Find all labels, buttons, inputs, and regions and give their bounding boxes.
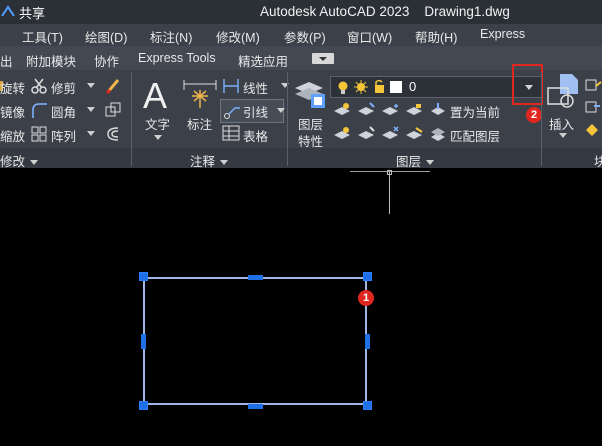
array-button[interactable]: 阵列 bbox=[51, 126, 76, 145]
rotate-button[interactable]: 旋转 bbox=[0, 78, 25, 97]
ribbon-minimize-dropdown[interactable] bbox=[312, 53, 334, 64]
leader-label: 引线 bbox=[243, 106, 269, 120]
text-icon: A bbox=[143, 76, 167, 112]
copy-icon[interactable] bbox=[104, 101, 122, 119]
menu-modify[interactable]: 修改(M) bbox=[216, 27, 260, 46]
midpoint-grip-left[interactable] bbox=[141, 334, 146, 349]
midpoint-grip-right[interactable] bbox=[365, 334, 370, 349]
layer-dropdown[interactable]: 0 bbox=[330, 76, 542, 98]
midpoint-grip-top[interactable] bbox=[248, 275, 263, 280]
layers-panel-expand-icon[interactable] bbox=[426, 160, 435, 166]
layer-properties-icon bbox=[295, 82, 325, 108]
midpoint-grip-bottom[interactable] bbox=[248, 404, 263, 409]
layer-state-icons bbox=[338, 79, 402, 94]
fillet-icon bbox=[32, 103, 47, 118]
share-icon[interactable] bbox=[0, 2, 16, 20]
corner-grip-bottom-right[interactable] bbox=[363, 401, 372, 410]
callout-badge-1: 1 bbox=[358, 290, 374, 306]
trim-icon bbox=[31, 78, 47, 94]
dimension-button[interactable]: 标注 bbox=[187, 114, 212, 133]
fillet-button[interactable]: 圆角 bbox=[51, 102, 76, 121]
tab-addins[interactable]: 附加模块 bbox=[26, 51, 76, 70]
match-layer-icon bbox=[431, 128, 445, 141]
array-icon bbox=[31, 126, 47, 142]
annotation-panel-expand-icon[interactable] bbox=[220, 160, 229, 166]
title-bar: 共享 Autodesk AutoCAD 2023 Drawing1.dwg bbox=[0, 0, 602, 24]
menu-draw[interactable]: 绘图(D) bbox=[85, 27, 127, 46]
corner-grip-bottom-left[interactable] bbox=[139, 401, 148, 410]
array-dropdown-icon[interactable] bbox=[87, 131, 95, 136]
menu-dimension[interactable]: 标注(N) bbox=[150, 27, 192, 46]
fillet-dropdown-icon[interactable] bbox=[87, 107, 95, 112]
trim-button[interactable]: 修剪 bbox=[51, 78, 76, 97]
set-current-button[interactable]: 置为当前 bbox=[450, 102, 500, 121]
dimension-icon bbox=[183, 80, 217, 108]
ribbon-panel-title-bar bbox=[0, 148, 602, 168]
text-button[interactable]: 文字 bbox=[145, 114, 170, 133]
menu-tools[interactable]: 工具(T) bbox=[22, 27, 63, 46]
menu-help[interactable]: 帮助(H) bbox=[415, 27, 457, 46]
menu-bar: 工具(T) 绘图(D) 标注(N) 修改(M) 参数(P) 窗口(W) 帮助(H… bbox=[0, 24, 602, 46]
leader-icon bbox=[224, 107, 240, 119]
offset-icon[interactable] bbox=[104, 125, 122, 143]
layer-properties-label-2[interactable]: 特性 bbox=[298, 131, 323, 150]
layer-tools-row1-icons[interactable] bbox=[332, 101, 442, 119]
erase-icon[interactable] bbox=[104, 77, 122, 95]
tab-express-tools[interactable]: Express Tools bbox=[138, 51, 216, 65]
set-current-icon bbox=[431, 103, 445, 115]
tab-featured-apps[interactable]: 精选应用 bbox=[238, 51, 288, 70]
callout-badge-2: 2 bbox=[526, 107, 542, 123]
crosshair-pickbox bbox=[387, 170, 392, 175]
tab-output[interactable]: 出 bbox=[0, 51, 13, 70]
current-layer-value: 0 bbox=[409, 79, 417, 94]
leader-dropdown-icon[interactable] bbox=[277, 108, 285, 113]
menu-express[interactable]: Express bbox=[480, 27, 525, 41]
modify-panel-expand-icon[interactable] bbox=[30, 160, 39, 166]
insert-block-icon bbox=[547, 74, 578, 108]
crosshair-cursor bbox=[389, 172, 390, 214]
linear-dim-button[interactable]: 线性 bbox=[243, 78, 268, 97]
panel-divider bbox=[131, 72, 132, 166]
selected-rectangle[interactable] bbox=[143, 277, 367, 405]
leader-button[interactable]: 引线 bbox=[220, 99, 285, 123]
match-layer-button[interactable]: 匹配图层 bbox=[450, 126, 500, 145]
corner-grip-top-left[interactable] bbox=[139, 272, 148, 281]
panel-divider bbox=[541, 72, 542, 166]
text-dropdown-icon[interactable] bbox=[154, 135, 162, 140]
insert-button[interactable]: 插入 bbox=[549, 114, 574, 133]
scale-button[interactable]: 缩放 bbox=[0, 126, 25, 145]
linear-dim-icon bbox=[223, 79, 239, 93]
panel-divider bbox=[287, 72, 288, 166]
insert-dropdown-icon[interactable] bbox=[559, 133, 567, 138]
menu-parameter[interactable]: 参数(P) bbox=[284, 27, 326, 46]
svg-text:A: A bbox=[143, 76, 167, 112]
mirror-button[interactable]: 镜像 bbox=[0, 102, 25, 121]
app-title: Autodesk AutoCAD 2023 Drawing1.dwg bbox=[260, 4, 510, 19]
tab-collaborate[interactable]: 协作 bbox=[94, 51, 119, 70]
corner-grip-top-right[interactable] bbox=[363, 272, 372, 281]
menu-window[interactable]: 窗口(W) bbox=[347, 27, 392, 46]
callout-highlight-box bbox=[512, 64, 543, 105]
table-icon bbox=[222, 125, 240, 141]
layer-tools-row2-icons[interactable] bbox=[332, 125, 442, 143]
share-button[interactable]: 共享 bbox=[19, 3, 45, 22]
table-button[interactable]: 表格 bbox=[243, 126, 268, 145]
block-tools-icons[interactable] bbox=[584, 78, 602, 142]
trim-dropdown-icon[interactable] bbox=[87, 83, 95, 88]
